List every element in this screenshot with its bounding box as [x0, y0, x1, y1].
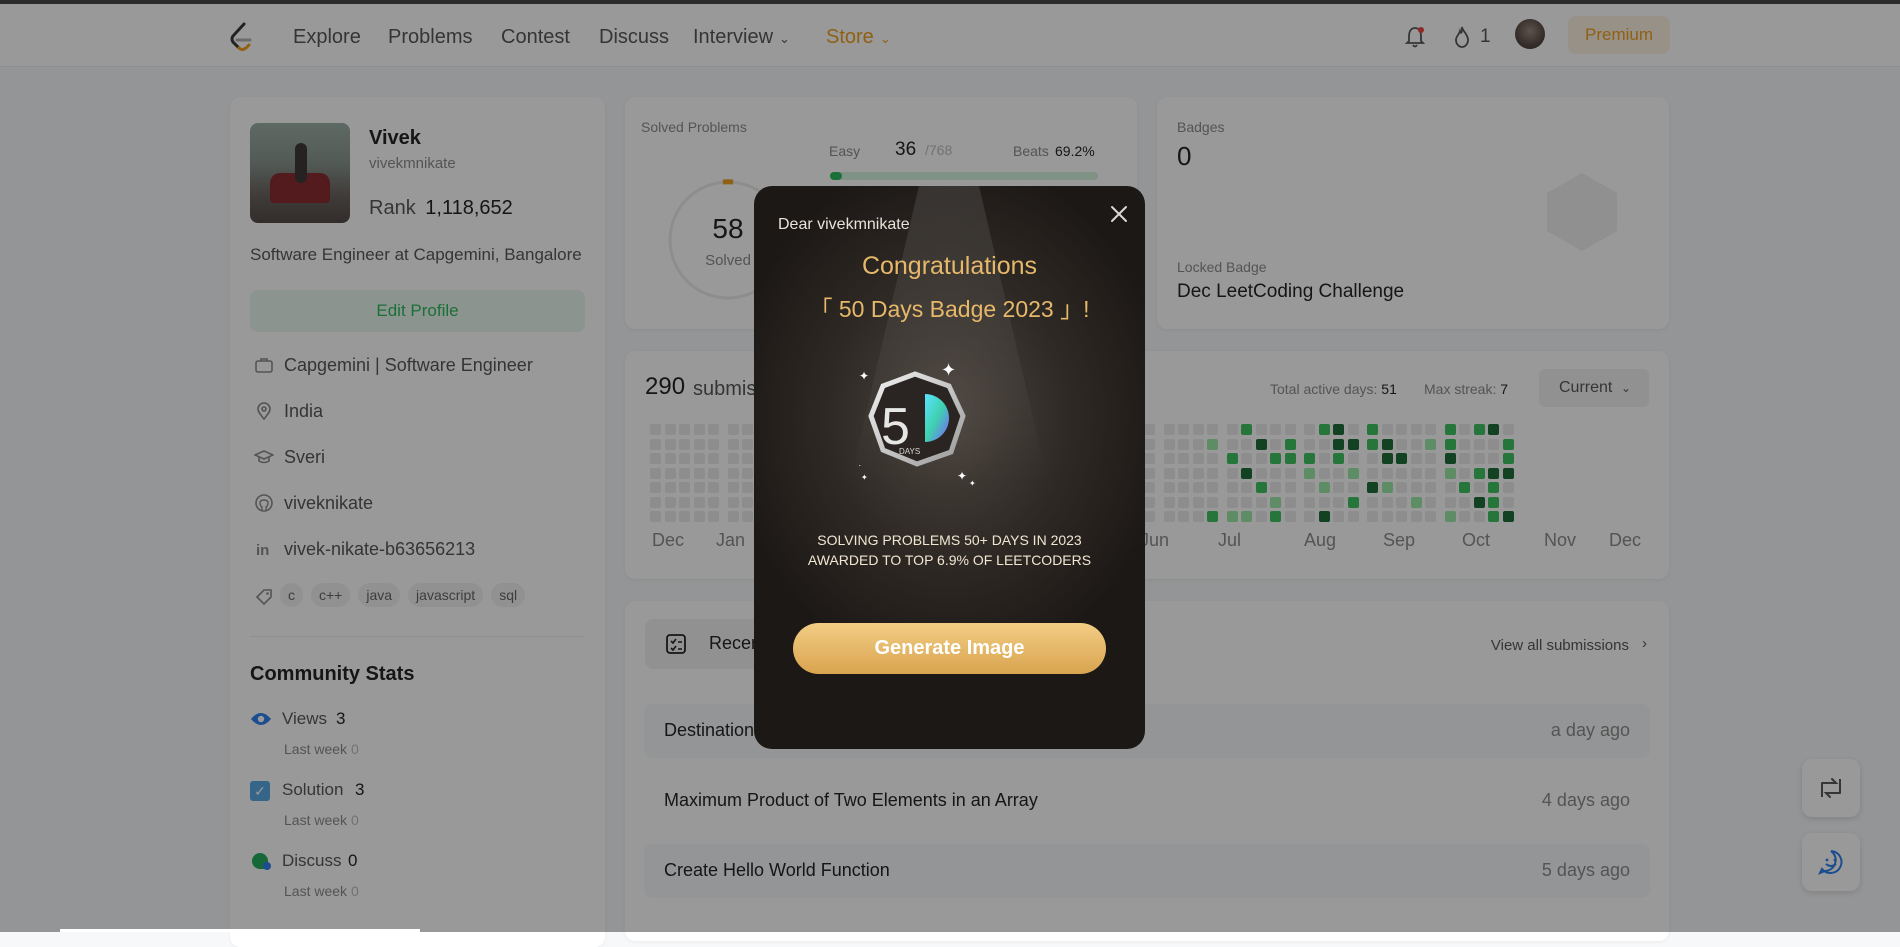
modal-greeting: Dear vivekmnikate: [778, 216, 910, 233]
modal-badge-name: 「 50 Days Badge 2023 」!: [809, 296, 1090, 322]
modal-desc-line2: AWARDED TO TOP 6.9% OF LEETCODERS: [807, 552, 1092, 568]
sparkle-icon: ✦: [941, 360, 956, 380]
modal-desc-line1: SOLVING PROBLEMS 50+ DAYS IN 2023: [817, 532, 1082, 548]
close-icon[interactable]: [1109, 204, 1129, 224]
modal-congrats-title: Congratulations: [861, 252, 1038, 280]
fifty-days-badge-icon: ✦ ✦ ✦ ✦ ✦ ✦ 5 DAYS: [859, 360, 976, 488]
generate-image-button[interactable]: Generate Image: [793, 623, 1106, 674]
svg-text:✦: ✦: [969, 479, 976, 488]
svg-text:✦: ✦: [957, 469, 967, 483]
svg-text:✦: ✦: [859, 369, 869, 383]
badge-congrats-modal: Dear vivekmnikate Congratulations 「 50 D…: [754, 186, 1145, 749]
svg-text:✦: ✦: [861, 473, 868, 482]
badge-days-label: DAYS: [899, 447, 920, 456]
